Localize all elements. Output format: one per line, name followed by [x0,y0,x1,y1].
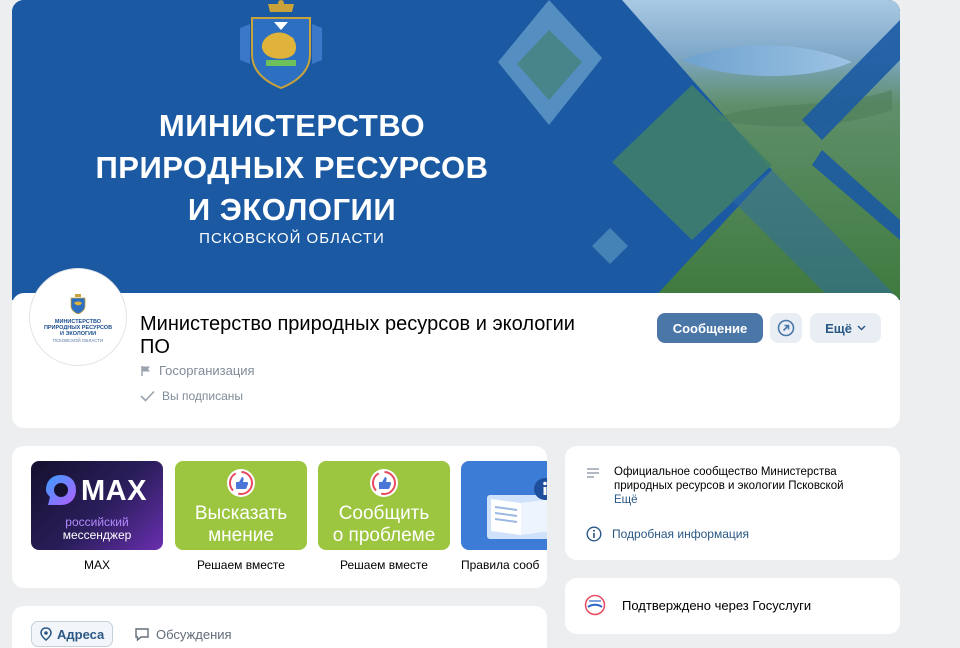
app-tile-report-line2: о проблеме [332,525,436,546]
crest-icon [240,0,322,90]
app-tile-max[interactable]: MAX российский мессенджер [31,461,163,550]
max-tagline-line1: российский [65,515,129,529]
max-logo-text: MAX [81,475,147,507]
text-lines-icon [587,468,599,478]
map-pin-icon [40,627,52,641]
cover-image: МИНИСТЕРСТВО ПРИРОДНЫХ РЕСУРСОВ И ЭКОЛОГ… [12,0,900,300]
app-caption-opinion[interactable]: Решаем вместе [175,558,307,572]
info-icon [586,526,602,542]
app-tile-report-problem[interactable]: Сообщить о проблеме [318,461,450,550]
more-button-label: Ещё [825,320,852,336]
app-caption-max[interactable]: MAX [31,558,163,572]
app-caption-rules[interactable]: Правила сооб [461,558,547,572]
book-icon [487,478,547,539]
community-description: Официальное сообщество Министерства прир… [614,465,886,507]
mini-crest-icon [70,294,86,314]
avatar-text-line4: ПСКОВСКОЙ ОБЛАСТИ [52,338,104,343]
app-tile-opinion-line1: Высказать [194,503,288,524]
profile-card: МИНИСТЕРСТВО ПРИРОДНЫХ РЕСУРСОВ И ЭКОЛОГ… [12,269,900,428]
gosuslugi-card[interactable]: Подтверждено через Госуслуги [565,578,900,634]
info-card: Официальное сообщество Министерства прир… [565,446,900,560]
community-category-label: Госорганизация [159,363,255,378]
max-logo-icon [46,475,76,505]
cover-title-line2: ПРИРОДНЫХ РЕСУРСОВ [95,150,489,185]
tab-addresses[interactable]: Адреса [31,621,114,647]
tab-addresses-label: Адреса [57,626,105,642]
cover-subtitle: ПСКОВСКОЙ ОБЛАСТИ [199,230,385,247]
share-button[interactable] [770,313,802,343]
message-button[interactable]: Сообщение [657,313,763,343]
app-caption-report[interactable]: Решаем вместе [318,558,450,572]
cover-title-line3: И ЭКОЛОГИИ [187,192,397,227]
app-tile-opinion[interactable]: Высказать мнение [175,461,307,550]
avatar[interactable]: МИНИСТЕРСТВО ПРИРОДНЫХ РЕСУРСОВ И ЭКОЛОГ… [30,269,126,365]
thumbs-up-icon [370,469,398,497]
thumbs-up-icon [227,469,255,497]
chat-bubble-icon [135,628,149,641]
avatar-text-line3: И ЭКОЛОГИИ [59,331,97,337]
tab-discussions[interactable]: Обсуждения [134,621,232,647]
gosuslugi-text: Подтверждено через Госуслуги [622,598,812,613]
app-tile-report-line1: Сообщить [338,503,430,524]
description-more-link[interactable]: Ещё [614,494,638,506]
arrow-up-right-circle-icon [777,319,795,337]
check-icon [140,390,155,402]
cover-title-line1: МИНИСТЕРСТВО [158,108,426,143]
subscription-status-label: Вы подписаны [162,389,243,403]
more-button[interactable]: Ещё [810,313,881,343]
subscription-status[interactable]: Вы подписаны [140,389,243,403]
details-link-label: Подробная информация [612,527,749,541]
community-category: Госорганизация [140,363,255,378]
community-name: Министерство природных ресурсов и эколог… [140,313,575,358]
app-tile-rules[interactable] [461,461,547,550]
apps-card: MAX российский мессенджер MAX Высказать … [12,446,547,588]
app-tile-opinion-line2: мнение [208,525,274,546]
tab-discussions-label: Обсуждения [156,626,232,642]
gosuslugi-icon [584,594,606,616]
tabs-card: Адреса Обсуждения [12,606,547,648]
flag-icon [141,365,150,376]
details-link[interactable]: Подробная информация [586,526,749,542]
max-tagline-line2: мессенджер [62,528,132,542]
community-description-text: Официальное сообщество Министерства прир… [614,466,844,492]
chevron-down-icon [857,325,866,331]
